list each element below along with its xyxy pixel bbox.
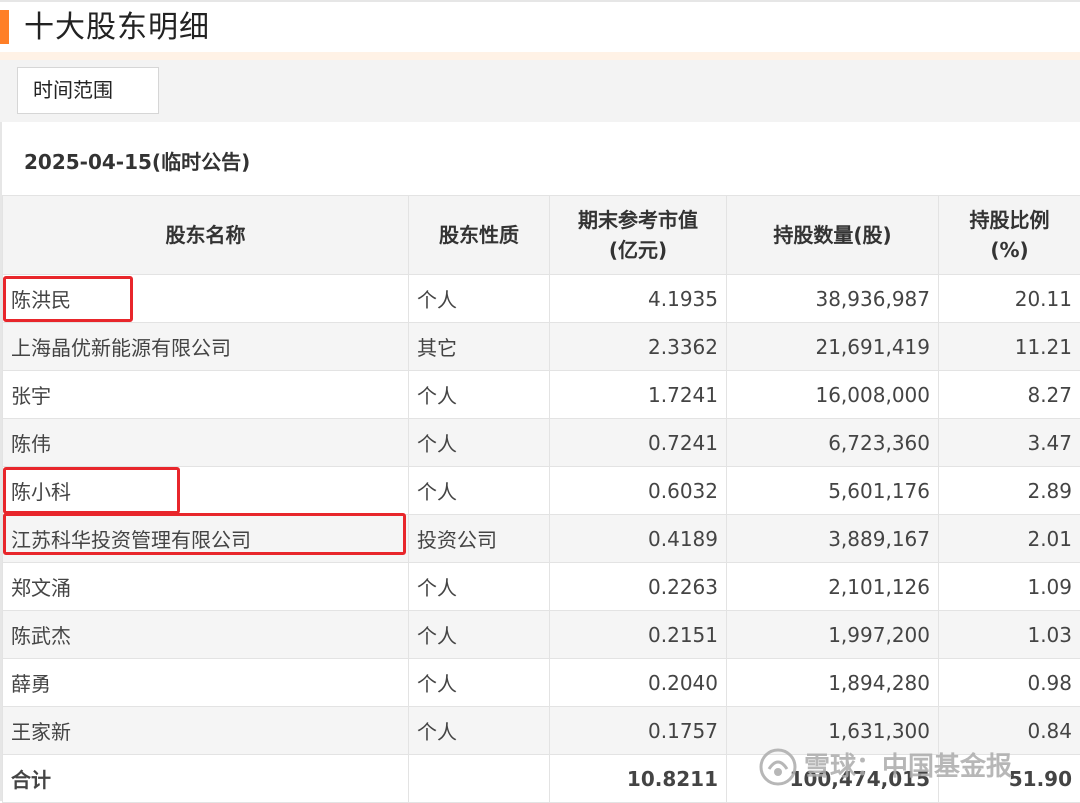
share-count-cell: 16,008,000 <box>727 371 939 419</box>
holder-type-cell: 个人 <box>409 371 550 419</box>
holder-type-cell: 个人 <box>409 275 550 323</box>
holder-name-cell: 张宇 <box>3 371 409 419</box>
holding-ratio-cell: 20.11 <box>939 275 1080 323</box>
total-label-cell: 合计 <box>3 755 409 803</box>
market-value-cell: 0.2040 <box>550 659 727 707</box>
column-header-holder-name: 股东名称 <box>3 196 409 275</box>
filter-bar <box>0 60 1080 122</box>
table-row: 陈武杰 个人 0.2151 1,997,200 1.03 <box>3 611 1080 659</box>
holder-name-cell: 郑文涌 <box>3 563 409 611</box>
holder-type-cell: 个人 <box>409 611 550 659</box>
column-header-share-count: 持股数量(股) <box>727 196 939 275</box>
holder-name-cell: 陈武杰 <box>3 611 409 659</box>
share-count-cell: 3,889,167 <box>727 515 939 563</box>
column-header-holder-type: 股东性质 <box>409 196 550 275</box>
holding-ratio-cell: 0.98 <box>939 659 1080 707</box>
top-border <box>0 0 1080 2</box>
table-row: 张宇 个人 1.7241 16,008,000 8.27 <box>3 371 1080 419</box>
table-row: 江苏科华投资管理有限公司 投资公司 0.4189 3,889,167 2.01 <box>3 515 1080 563</box>
holder-type-cell: 个人 <box>409 659 550 707</box>
column-header-line: 股东性质 <box>410 220 548 250</box>
page-title: 十大股东明细 <box>24 8 210 48</box>
share-count-cell: 1,997,200 <box>727 611 939 659</box>
holder-type-cell: 个人 <box>409 467 550 515</box>
share-count-cell: 6,723,360 <box>727 419 939 467</box>
holder-name-cell: 陈伟 <box>3 419 409 467</box>
table-row: 王家新 个人 0.1757 1,631,300 0.84 <box>3 707 1080 755</box>
market-value-cell: 2.3362 <box>550 323 727 371</box>
table-row: 陈洪民 个人 4.1935 38,936,987 20.11 <box>3 275 1080 323</box>
top-ten-shareholders-table: 股东名称 股东性质 期末参考市值 (亿元) 持股数量(股) 持股比例 (%) 陈… <box>2 195 1080 803</box>
holder-type-cell: 个人 <box>409 563 550 611</box>
market-value-cell: 0.1757 <box>550 707 727 755</box>
holder-name-cell: 王家新 <box>3 707 409 755</box>
holder-type-cell: 个人 <box>409 419 550 467</box>
holder-type-cell: 其它 <box>409 323 550 371</box>
holder-type-cell: 个人 <box>409 707 550 755</box>
share-count-cell: 21,691,419 <box>727 323 939 371</box>
share-count-cell: 38,936,987 <box>727 275 939 323</box>
holder-name-cell: 江苏科华投资管理有限公司 <box>3 515 409 563</box>
column-header-unit: (亿元) <box>551 235 725 265</box>
total-market-value-cell: 10.8211 <box>550 755 727 803</box>
total-row: 合计 10.8211 100,474,015 51.90 <box>3 755 1080 803</box>
holder-type-cell: 投资公司 <box>409 515 550 563</box>
share-count-cell: 1,631,300 <box>727 707 939 755</box>
share-count-cell: 5,601,176 <box>727 467 939 515</box>
holder-name-cell: 上海晶优新能源有限公司 <box>3 323 409 371</box>
holder-name-cell: 陈小科 <box>3 467 409 515</box>
holding-ratio-cell: 1.09 <box>939 563 1080 611</box>
holding-ratio-cell: 2.89 <box>939 467 1080 515</box>
column-header-unit: (%) <box>940 235 1079 265</box>
market-value-cell: 0.2263 <box>550 563 727 611</box>
total-share-count-cell: 100,474,015 <box>727 755 939 803</box>
table-row: 陈小科 个人 0.6032 5,601,176 2.89 <box>3 467 1080 515</box>
market-value-cell: 0.2151 <box>550 611 727 659</box>
holder-name-cell: 陈洪民 <box>3 275 409 323</box>
report-date-heading: 2025-04-15(临时公告) <box>24 147 250 177</box>
title-underline-band <box>0 52 1080 60</box>
holder-name-cell: 薛勇 <box>3 659 409 707</box>
holding-ratio-cell: 2.01 <box>939 515 1080 563</box>
column-header-holding-ratio: 持股比例 (%) <box>939 196 1080 275</box>
market-value-cell: 1.7241 <box>550 371 727 419</box>
time-range-button[interactable]: 时间范围 <box>17 67 159 114</box>
column-header-line: 期末参考市值 <box>551 205 725 235</box>
table-row: 郑文涌 个人 0.2263 2,101,126 1.09 <box>3 563 1080 611</box>
holding-ratio-cell: 11.21 <box>939 323 1080 371</box>
holding-ratio-cell: 0.84 <box>939 707 1080 755</box>
table-row: 薛勇 个人 0.2040 1,894,280 0.98 <box>3 659 1080 707</box>
share-count-cell: 2,101,126 <box>727 563 939 611</box>
table-row: 上海晶优新能源有限公司 其它 2.3362 21,691,419 11.21 <box>3 323 1080 371</box>
holding-ratio-cell: 8.27 <box>939 371 1080 419</box>
share-count-cell: 1,894,280 <box>727 659 939 707</box>
market-value-cell: 0.6032 <box>550 467 727 515</box>
table-row: 陈伟 个人 0.7241 6,723,360 3.47 <box>3 419 1080 467</box>
column-header-line: 持股比例 <box>940 205 1079 235</box>
table-header-row: 股东名称 股东性质 期末参考市值 (亿元) 持股数量(股) 持股比例 (%) <box>3 196 1080 275</box>
holding-ratio-cell: 3.47 <box>939 419 1080 467</box>
column-header-line: 股东名称 <box>4 220 407 250</box>
total-holding-ratio-cell: 51.90 <box>939 755 1080 803</box>
column-header-market-value: 期末参考市值 (亿元) <box>550 196 727 275</box>
market-value-cell: 0.4189 <box>550 515 727 563</box>
market-value-cell: 4.1935 <box>550 275 727 323</box>
total-type-cell <box>409 755 550 803</box>
column-header-line: 持股数量(股) <box>728 220 937 250</box>
holding-ratio-cell: 1.03 <box>939 611 1080 659</box>
title-accent-bar <box>0 10 9 44</box>
market-value-cell: 0.7241 <box>550 419 727 467</box>
